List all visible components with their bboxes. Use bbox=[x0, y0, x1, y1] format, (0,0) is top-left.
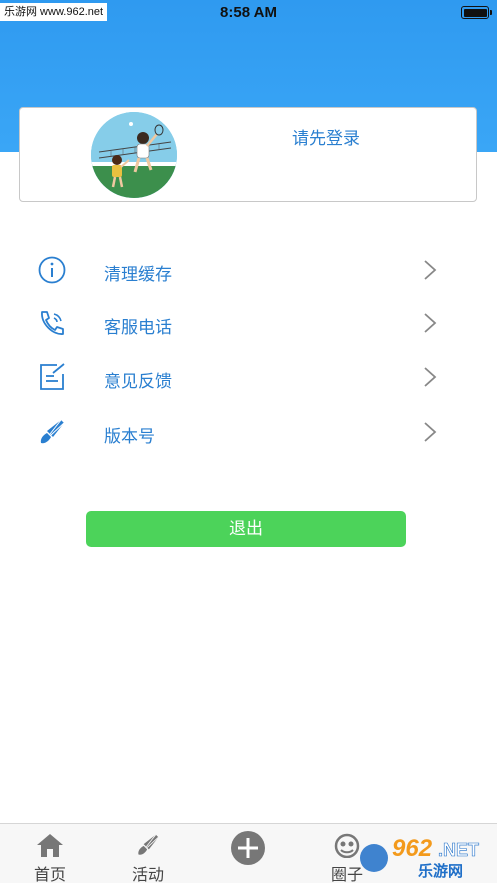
tab-label: 首页 bbox=[33, 865, 66, 883]
login-prompt[interactable]: 请先登录 bbox=[292, 124, 360, 149]
menu-item-label: 清理缓存 bbox=[104, 265, 172, 285]
menu-item-version[interactable]: 版本号 bbox=[0, 407, 497, 457]
menu-item-label: 客服电话 bbox=[104, 318, 172, 338]
tab-add[interactable] bbox=[203, 824, 293, 883]
status-time: 8:58 AM bbox=[220, 4, 277, 21]
chevron-right-icon bbox=[424, 260, 437, 280]
chevron-right-icon bbox=[424, 367, 437, 387]
feedback-edit-icon bbox=[40, 363, 65, 390]
login-card[interactable]: 请先登录 bbox=[19, 107, 477, 202]
battery-icon bbox=[461, 6, 492, 19]
avatar[interactable] bbox=[91, 112, 177, 198]
tab-label: 活动 bbox=[131, 865, 164, 883]
shuttlecock-icon bbox=[40, 419, 65, 444]
menu-item-customer-service[interactable]: 客服电话 bbox=[0, 298, 497, 348]
plus-circle-icon bbox=[231, 831, 265, 865]
menu-item-label: 意见反馈 bbox=[104, 372, 172, 392]
svg-text:.NET: .NET bbox=[438, 840, 479, 860]
menu-item-clear-cache[interactable]: 清理缓存 bbox=[0, 245, 497, 295]
status-bar: 乐游网 www.962.net 8:58 AM bbox=[0, 0, 497, 26]
tab-activity[interactable]: 活动 bbox=[103, 824, 193, 883]
chevron-right-icon bbox=[424, 422, 437, 442]
shuttlecock-icon bbox=[138, 834, 159, 855]
tab-home[interactable]: 首页 bbox=[5, 824, 95, 883]
logout-button[interactable]: 退出 bbox=[86, 511, 406, 547]
menu-item-feedback[interactable]: 意见反馈 bbox=[0, 352, 497, 402]
menu-item-label: 版本号 bbox=[104, 427, 155, 447]
phone-icon bbox=[41, 311, 64, 335]
watermark-logo: 962 .NET 乐游网 bbox=[360, 835, 479, 880]
svg-text:乐游网: 乐游网 bbox=[418, 862, 463, 880]
svg-text:962: 962 bbox=[392, 835, 433, 862]
info-icon bbox=[38, 256, 66, 284]
home-icon bbox=[37, 834, 63, 857]
chevron-right-icon bbox=[424, 313, 437, 333]
